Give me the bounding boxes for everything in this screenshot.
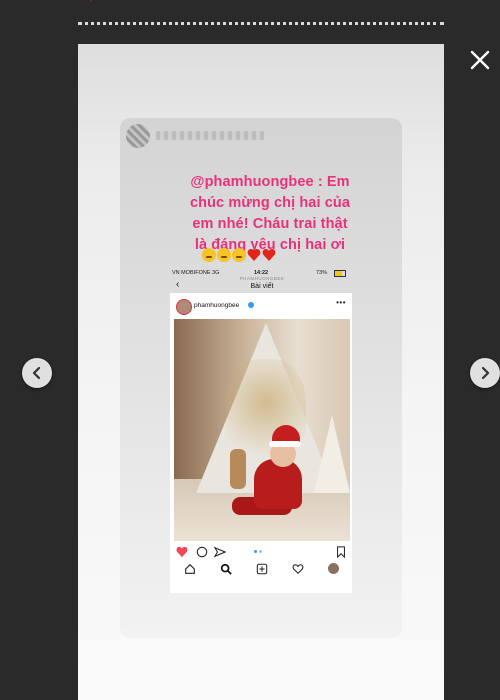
post-header-bar: ‹ PHAMHUONGBEE Bài viết — [172, 276, 352, 294]
blurred-avatar — [126, 124, 150, 148]
post-username: phamhuongbee — [194, 302, 240, 309]
toy-deer — [230, 449, 246, 489]
mention-line: @phamhuongbee : Em — [190, 174, 350, 190]
activity-heart-icon — [292, 564, 304, 575]
crying-laughing-emoji-icon — [217, 248, 231, 262]
mention-line: chúc mừng chị hai của — [189, 195, 351, 211]
add-post-icon — [256, 563, 268, 575]
header-subtitle: PHAMHUONGBEE — [239, 276, 285, 281]
story-frame[interactable]: @phamhuongbee : Em chúc mừng chị hai của… — [78, 44, 444, 700]
like-heart-icon — [176, 546, 188, 558]
comment-icon — [196, 546, 208, 558]
chevron-left-icon — [32, 366, 41, 380]
small-tree — [314, 415, 350, 493]
post-action-bar — [174, 545, 350, 559]
share-icon — [214, 546, 226, 558]
heart-emoji-icon — [262, 249, 276, 261]
crying-laughing-emoji-icon — [202, 248, 216, 262]
child-body — [254, 459, 302, 509]
profile-avatar-icon — [328, 563, 339, 574]
crying-laughing-emoji-icon — [232, 248, 246, 262]
verified-badge-icon — [248, 302, 254, 308]
instagram-post: phamhuongbee ••• — [170, 293, 352, 593]
home-icon — [185, 563, 195, 574]
mention-caption: @phamhuongbee : Em chúc mừng chị hai của… — [170, 172, 370, 256]
instagram-tab-bar — [172, 561, 352, 577]
search-icon — [220, 563, 232, 575]
more-options-icon: ••• — [336, 298, 346, 307]
avatar — [176, 299, 192, 315]
close-button[interactable] — [464, 44, 496, 76]
story-progress-bar — [78, 22, 444, 28]
emoji-row — [202, 248, 276, 264]
carousel-dots — [254, 550, 262, 553]
heart-emoji-icon — [247, 249, 261, 261]
header-title: Bài viết — [250, 283, 274, 290]
blurred-username — [156, 131, 264, 140]
post-photo — [174, 319, 350, 541]
previous-story-button[interactable] — [22, 358, 52, 388]
heart-icon: ♥ — [88, 0, 106, 5]
next-story-button[interactable] — [470, 358, 500, 388]
chevron-right-icon — [481, 366, 490, 380]
reshared-story-card: @phamhuongbee : Em chúc mừng chị hai của… — [120, 118, 402, 638]
bookmark-icon — [337, 546, 345, 558]
mention-line: em nhé! Cháu trai thật — [192, 216, 348, 232]
close-icon — [470, 50, 490, 70]
santa-hat-trim — [269, 441, 301, 447]
